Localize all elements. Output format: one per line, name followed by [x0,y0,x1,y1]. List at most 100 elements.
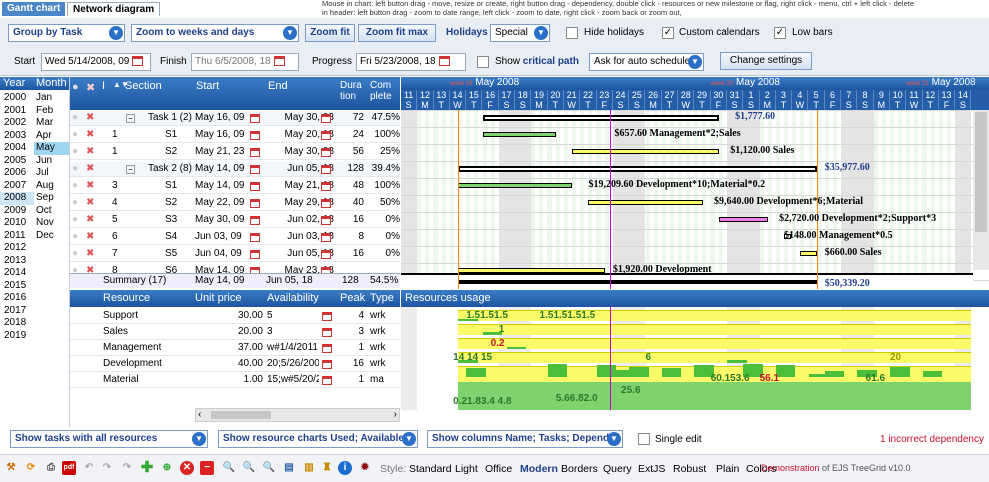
calendar-icon[interactable] [250,216,260,225]
timeline-day[interactable]: 16 F [483,90,499,110]
delete-icon[interactable]: ✖ [86,81,95,94]
resource-peak[interactable]: 3 [340,326,364,337]
select-all-icon[interactable]: ● [72,81,79,93]
row-delete-icon[interactable]: ✖ [86,146,94,157]
task-complete[interactable]: 0% [368,231,400,242]
calendar-icon[interactable] [321,165,331,174]
month-item[interactable]: Dec [34,230,69,243]
collapse-icon[interactable]: − [126,114,135,123]
row-select-icon[interactable]: ● [72,197,78,208]
undo-icon[interactable]: ↶ [82,461,96,475]
resource-name[interactable]: Management [103,342,161,353]
resource-type[interactable]: wrk [370,342,386,353]
task-bar[interactable] [572,149,719,154]
calendar-icon[interactable] [321,233,331,242]
show-charts-select[interactable]: Show resource charts Used; Available ▼ [218,430,418,448]
gantt-bar-label[interactable]: $1,777.60 [735,111,775,122]
task-section[interactable]: Task 2 (8) [148,163,196,174]
calendar-icon[interactable] [273,56,285,67]
custom-calendars-checkbox[interactable]: ✓ [662,27,674,39]
month-item[interactable]: Nov [34,217,69,230]
year-item[interactable]: 2009 [0,205,34,218]
resource-name[interactable]: Support [103,310,138,321]
timeline-day[interactable]: 13 F [939,90,956,110]
usage-bar[interactable] [661,368,682,377]
timeline-day[interactable]: 22 T [580,90,597,110]
timeline-day[interactable]: 2M [760,90,776,110]
timeline-day[interactable]: 9M [874,90,890,110]
timeline-month[interactable]: week 20 May 2008 [711,77,780,88]
horizontal-scrollbar[interactable]: ‹ › [195,408,400,422]
task-row[interactable]: ● ✖ 6 S4 Jun 03, 09 Jun 03, 18 8 0% [70,230,400,245]
resource-type[interactable]: wrk [370,310,386,321]
task-complete[interactable]: 39.4% [368,163,400,174]
calendar-icon[interactable] [250,250,260,259]
collapse-icon[interactable]: − [126,165,135,174]
task-section[interactable]: S3 [165,214,195,225]
timeline-day[interactable]: 1S [743,90,760,110]
usage-bar[interactable] [890,366,910,377]
task-section[interactable]: S5 [165,248,195,259]
usage-bar[interactable] [824,371,845,377]
zoom-fit-button[interactable]: Zoom fit [305,24,355,42]
timeline-day[interactable]: 8S [857,90,874,110]
scrollbar-thumb[interactable] [211,411,271,419]
timeline-day[interactable]: 11 W [906,90,923,110]
month-item[interactable]: Mar [34,117,69,130]
timeline-month[interactable]: week 19 May 2008 [450,77,519,88]
task-complete[interactable]: 0% [368,214,400,225]
task-section[interactable]: S1 [165,129,195,140]
zoom-range-icon[interactable]: 🔍 [262,461,276,475]
timeline-week[interactable]: week 21 [906,81,928,87]
resource-availability[interactable]: 15;w#5/20/2 [267,374,319,385]
calendar-icon[interactable] [322,328,332,337]
redo-icon[interactable]: ↷ [100,461,114,475]
row-select-icon[interactable]: ● [72,129,78,140]
month-item[interactable]: Jan [34,92,69,105]
change-settings-button[interactable]: Change settings [720,52,812,70]
year-item[interactable]: 2017 [0,305,34,318]
task-bar[interactable] [482,132,556,137]
resource-peak[interactable]: 4 [340,310,364,321]
timeline-day[interactable]: 14 W [450,90,467,110]
style-option[interactable]: Query [603,463,632,475]
calendar-icon[interactable] [322,376,332,385]
timeline-week[interactable]: week 20 [711,81,733,87]
debug-icon[interactable]: ✹ [358,461,372,475]
timeline-day[interactable]: 24 S [613,90,630,110]
progress-date-input[interactable]: Fri 5/23/2008, 18 [356,53,466,71]
gantt-bar-label[interactable]: $657.60 Management*2;Sales [615,128,741,139]
task-row[interactable]: ● ✖ 4 S2 May 22, 09 May 29, 18 40 50% [70,196,400,211]
timeline-day[interactable]: 20 T [548,90,564,110]
col-end-header[interactable]: End [268,80,288,92]
task-start[interactable]: May 21, 23 [195,146,244,157]
style-option[interactable]: Borders [561,463,598,475]
resource-type[interactable]: ma [370,374,384,385]
resource-price[interactable]: 1.00 [195,374,263,385]
row-select-icon[interactable]: ● [72,163,78,174]
timeline-day[interactable]: 12 M [417,90,434,110]
timeline-day[interactable]: 27 T [662,90,679,110]
month-item[interactable]: Aug [34,180,69,193]
calendar-icon[interactable] [321,114,331,123]
group-bar[interactable] [458,166,817,172]
pdf-icon[interactable]: pdf [62,461,76,475]
resource-price[interactable]: 37.00 [195,342,263,353]
year-item[interactable]: 2019 [0,330,34,343]
year-item[interactable]: 2018 [0,317,34,330]
year-item[interactable]: 2001 [0,105,34,118]
resource-name[interactable]: Material [103,374,139,385]
task-complete[interactable]: 47.5% [368,112,400,123]
timeline-day[interactable]: 14 S [955,90,972,110]
usage-bar[interactable] [629,366,649,377]
resource-availability[interactable]: 3 [267,326,319,337]
vertical-scrollbar[interactable] [973,110,989,270]
resource-row[interactable]: Support 30.00 5 4 wrk [70,309,400,324]
resource-row[interactable]: Material 1.00 15;w#5/20/2 1 ma [70,373,400,388]
zoom-select[interactable]: Zoom to weeks and days ▼ [131,24,299,42]
month-item[interactable]: Oct [34,205,69,218]
resource-price[interactable]: 30.00 [195,310,263,321]
gantt-bar-label[interactable]: $35,977.60 [825,162,870,173]
task-bar[interactable] [800,251,817,256]
timeline-day[interactable]: 15 T [466,90,483,110]
